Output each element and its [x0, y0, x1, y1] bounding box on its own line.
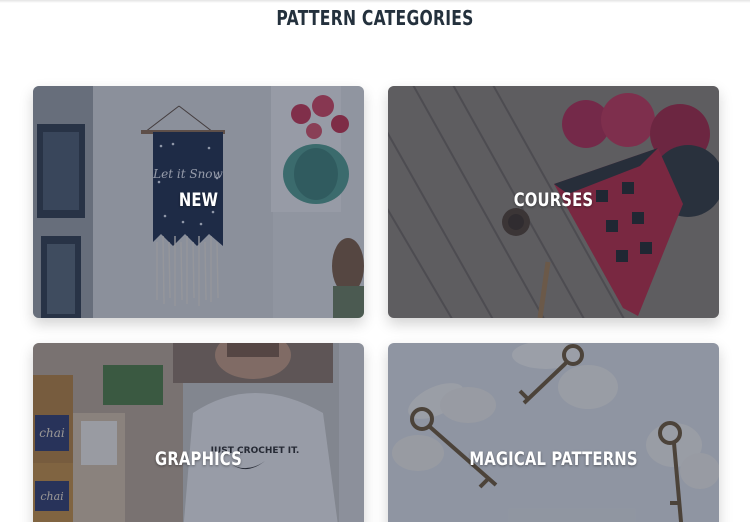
category-label-new: NEW	[178, 189, 219, 211]
category-card-graphics[interactable]: chai chai JUST CROCHET IT. GRAPHICS	[33, 343, 364, 522]
category-label-courses: COURSES	[513, 189, 594, 211]
category-card-magical-patterns[interactable]: MAGICAL PATTERNS	[388, 343, 719, 522]
category-label-graphics: GRAPHICS	[155, 448, 242, 470]
category-label-magical-patterns: MAGICAL PATTERNS	[469, 448, 638, 470]
pattern-categories-page: PATTERN CATEGORIES Let it Snow NEW COURS…	[0, 0, 750, 522]
header-shadow	[0, 0, 750, 3]
section-title: PATTERN CATEGORIES	[276, 6, 474, 30]
card-overlay	[33, 343, 364, 522]
category-card-courses[interactable]: COURSES	[388, 86, 719, 318]
card-overlay	[388, 343, 719, 522]
category-card-new[interactable]: Let it Snow NEW	[33, 86, 364, 318]
